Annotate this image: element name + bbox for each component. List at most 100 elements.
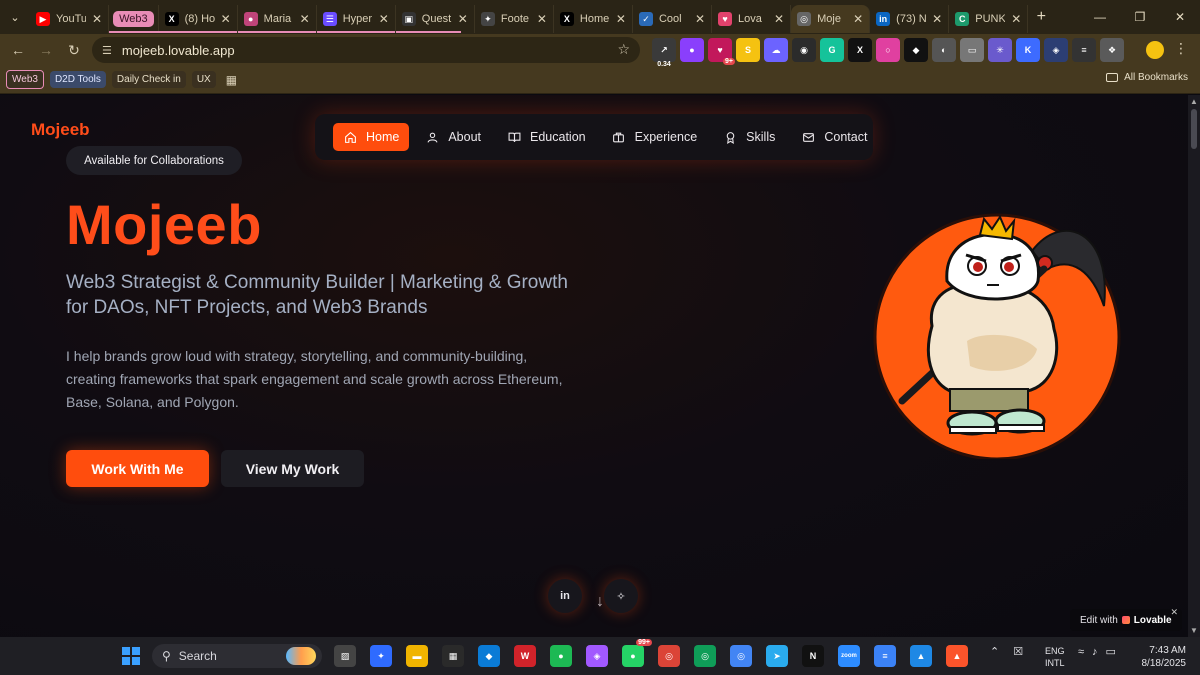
- nav-experience[interactable]: Experience: [602, 123, 708, 151]
- tab-close-icon[interactable]: ✕: [537, 12, 547, 26]
- wifi-icon[interactable]: ≈: [1078, 646, 1084, 658]
- work-with-me-button[interactable]: Work With Me: [66, 450, 209, 487]
- bookmark-web3[interactable]: Web3: [6, 70, 44, 89]
- browser-tab[interactable]: ✦ Foote ✕: [475, 5, 554, 33]
- extension-icon[interactable]: ✳: [988, 38, 1012, 62]
- browser-tab[interactable]: ◎ Moje ✕: [791, 5, 871, 33]
- taskbar-app-icon[interactable]: ▦: [442, 645, 464, 667]
- extension-icon[interactable]: ◆: [904, 38, 928, 62]
- nav-education[interactable]: Education: [497, 123, 596, 151]
- browser-tab[interactable]: in (73) N ✕: [870, 5, 950, 33]
- view-my-work-button[interactable]: View My Work: [221, 450, 364, 487]
- nav-home[interactable]: Home: [333, 123, 410, 151]
- browser-menu-icon[interactable]: ⋮: [1174, 40, 1188, 57]
- extension-icon[interactable]: ❖: [1100, 38, 1124, 62]
- tab-close-icon[interactable]: ✕: [853, 12, 863, 26]
- extension-icon[interactable]: ▭: [960, 38, 984, 62]
- reload-icon[interactable]: ↻: [60, 36, 88, 64]
- input-language[interactable]: ENG INTL: [1045, 645, 1065, 669]
- minimize-icon[interactable]: —: [1080, 0, 1120, 34]
- taskbar-app-icon[interactable]: ◆: [478, 645, 500, 667]
- nav-skills[interactable]: Skills: [713, 123, 785, 151]
- all-bookmarks-button[interactable]: All Bookmarks: [1106, 72, 1188, 83]
- extension-icon[interactable]: ♥ 9+: [708, 38, 735, 65]
- extension-icon[interactable]: S: [736, 38, 760, 62]
- tab-close-icon[interactable]: ✕: [616, 12, 626, 26]
- taskbar-app-icon[interactable]: ▲: [946, 645, 968, 667]
- taskbar-app-icon[interactable]: ●: [550, 645, 572, 667]
- taskbar-app-icon[interactable]: ◈: [586, 645, 608, 667]
- taskbar-app-icon[interactable]: ▨: [334, 645, 356, 667]
- back-arrow-icon[interactable]: ←: [4, 36, 32, 64]
- forward-arrow-icon[interactable]: →: [32, 36, 60, 64]
- close-window-icon[interactable]: ✕: [1160, 0, 1200, 34]
- bookmark-d2d-tools[interactable]: D2D Tools: [49, 71, 106, 88]
- extension-icon[interactable]: ≡: [1072, 38, 1096, 62]
- linkedin-link[interactable]: in: [548, 579, 582, 613]
- browser-tab[interactable]: ♥ Lova ✕: [712, 5, 792, 33]
- twitter-link[interactable]: ✧: [604, 579, 638, 613]
- maximize-icon[interactable]: ❐: [1120, 0, 1160, 34]
- tab-close-icon[interactable]: ✕: [92, 12, 102, 26]
- extension-icon[interactable]: ☁: [764, 38, 788, 62]
- browser-tab[interactable]: X (8) Ho ✕: [159, 5, 238, 33]
- bookmark-daily-check-in[interactable]: Daily Check in: [111, 71, 186, 88]
- tab-close-icon[interactable]: ✕: [458, 12, 468, 26]
- browser-tab[interactable]: X Home ✕: [554, 5, 633, 33]
- tab-close-icon[interactable]: ✕: [1011, 12, 1021, 26]
- extension-icon[interactable]: ○: [876, 38, 900, 62]
- extension-icon[interactable]: ◈: [1044, 38, 1068, 62]
- url-text[interactable]: mojeeb.lovable.app: [122, 43, 235, 58]
- extension-icon[interactable]: G: [820, 38, 844, 62]
- site-logo[interactable]: Mojeeb: [31, 120, 90, 140]
- tab-group-web3[interactable]: Web3: [109, 5, 462, 33]
- profile-avatar[interactable]: [1146, 41, 1164, 59]
- taskbar-app-icon[interactable]: ◎: [658, 645, 680, 667]
- taskbar-app-icon[interactable]: W: [514, 645, 536, 667]
- tab-search-chevron-icon[interactable]: ⌄: [0, 0, 30, 34]
- browser-tab[interactable]: ✓ Cool ✕: [633, 5, 713, 33]
- extension-icon[interactable]: ↗ 0.34: [652, 38, 676, 68]
- nav-about[interactable]: About: [415, 123, 491, 151]
- extension-icon[interactable]: K: [1016, 38, 1040, 62]
- nav-contact[interactable]: Contact: [791, 123, 877, 151]
- address-bar[interactable]: ☰ mojeeb.lovable.app ☆: [92, 37, 640, 63]
- taskbar-app-icon[interactable]: ◎: [694, 645, 716, 667]
- extension-icon[interactable]: X: [848, 38, 872, 62]
- extension-icon[interactable]: ●: [680, 38, 704, 62]
- tab-close-icon[interactable]: ✕: [774, 12, 784, 26]
- browser-tab[interactable]: C PUNK ✕: [949, 5, 1029, 33]
- bookmark-star-icon[interactable]: ☆: [617, 41, 630, 58]
- tab-close-icon[interactable]: ✕: [221, 12, 231, 26]
- extension-icon[interactable]: ◉: [792, 38, 816, 62]
- taskbar-app-icon[interactable]: N: [802, 645, 824, 667]
- apps-grid-icon[interactable]: ▦: [226, 73, 237, 87]
- browser-tab[interactable]: ● Maria ✕: [238, 5, 317, 33]
- taskbar-app-icon[interactable]: ● 99+: [622, 639, 652, 667]
- tab-close-icon[interactable]: ✕: [695, 12, 705, 26]
- page-scrollbar[interactable]: ▲ ▼: [1188, 95, 1200, 637]
- taskbar-app-icon[interactable]: ➤: [766, 645, 788, 667]
- taskbar-search-input[interactable]: ⚲ Search: [152, 644, 322, 668]
- battery-icon[interactable]: ▭: [1106, 645, 1116, 658]
- windows-start-icon[interactable]: [122, 647, 140, 665]
- taskbar-app-icon[interactable]: zoom: [838, 645, 860, 667]
- tab-close-icon[interactable]: ✕: [932, 12, 942, 26]
- scroll-down-icon[interactable]: ▼: [1190, 626, 1198, 635]
- bookmark-ux[interactable]: UX: [191, 71, 216, 88]
- site-info-icon[interactable]: ☰: [102, 44, 112, 57]
- close-badge-icon[interactable]: ✕: [1170, 607, 1178, 618]
- edit-with-lovable-badge[interactable]: Edit with Lovable ✕: [1070, 607, 1182, 631]
- taskbar-app-icon[interactable]: ◎: [730, 645, 752, 667]
- browser-tab[interactable]: ☰ Hyper ✕: [317, 5, 396, 33]
- network-off-icon[interactable]: ☒: [1013, 645, 1023, 658]
- scrollbar-thumb[interactable]: [1191, 109, 1197, 149]
- taskbar-app-icon[interactable]: ▬: [406, 645, 428, 667]
- taskbar-app-icon[interactable]: ▲: [910, 645, 932, 667]
- browser-tab[interactable]: ▣ Quest ✕: [396, 5, 475, 33]
- new-tab-button[interactable]: +: [1028, 8, 1054, 26]
- scroll-down-arrow-icon[interactable]: ↓: [596, 593, 604, 611]
- tab-close-icon[interactable]: ✕: [379, 12, 389, 26]
- taskbar-app-icon[interactable]: ✦: [370, 645, 392, 667]
- taskbar-clock[interactable]: 7:43 AM 8/18/2025: [1140, 644, 1187, 670]
